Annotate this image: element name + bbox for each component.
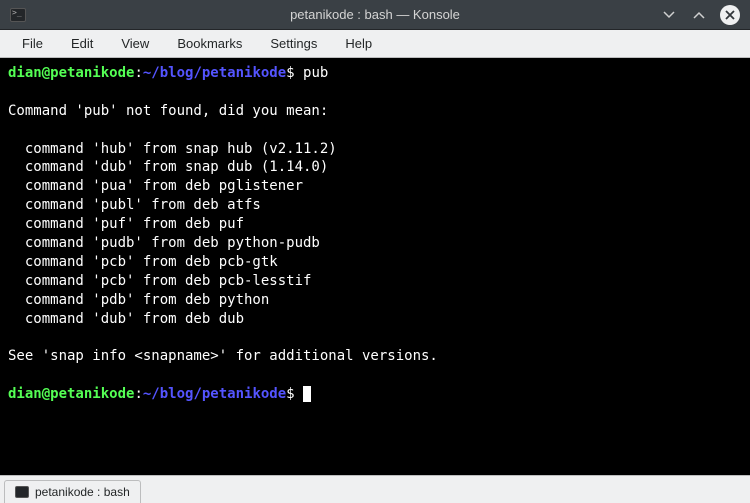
- tab-label: petanikode : bash: [35, 485, 130, 499]
- close-icon: [724, 9, 736, 21]
- close-button[interactable]: [720, 5, 740, 25]
- chevron-up-icon: [692, 8, 706, 22]
- menubar: File Edit View Bookmarks Settings Help: [0, 30, 750, 58]
- prompt-dollar: $: [286, 65, 294, 81]
- menu-file[interactable]: File: [8, 32, 57, 55]
- tab-active[interactable]: petanikode : bash: [4, 480, 141, 503]
- konsole-window: petanikode : bash — Konsole File Edit Vi…: [0, 0, 750, 503]
- prompt-path-2: ~/blog/petanikode: [143, 386, 286, 402]
- menu-view[interactable]: View: [107, 32, 163, 55]
- command-entered: pub: [303, 65, 328, 81]
- titlebar-left: [10, 8, 26, 22]
- prompt-dollar-2: $: [286, 386, 294, 402]
- menu-settings[interactable]: Settings: [256, 32, 331, 55]
- prompt-sep-2: :: [134, 386, 142, 402]
- prompt-path: ~/blog/petanikode: [143, 65, 286, 81]
- prompt-sep: :: [134, 65, 142, 81]
- cursor: [303, 386, 311, 402]
- window-title: petanikode : bash — Konsole: [290, 7, 460, 22]
- prompt-user-2: dian@petanikode: [8, 386, 134, 402]
- chevron-down-icon: [662, 8, 676, 22]
- app-icon: [10, 8, 26, 22]
- terminal-icon: [15, 486, 29, 498]
- terminal-area[interactable]: dian@petanikode:~/blog/petanikode$ pub C…: [0, 58, 750, 475]
- maximize-button[interactable]: [690, 6, 708, 24]
- menu-help[interactable]: Help: [331, 32, 386, 55]
- prompt-user: dian@petanikode: [8, 65, 134, 81]
- terminal-output: Command 'pub' not found, did you mean: c…: [8, 103, 438, 365]
- window-controls: [660, 5, 740, 25]
- menu-edit[interactable]: Edit: [57, 32, 107, 55]
- minimize-button[interactable]: [660, 6, 678, 24]
- menu-bookmarks[interactable]: Bookmarks: [163, 32, 256, 55]
- titlebar[interactable]: petanikode : bash — Konsole: [0, 0, 750, 30]
- tabbar: petanikode : bash: [0, 475, 750, 503]
